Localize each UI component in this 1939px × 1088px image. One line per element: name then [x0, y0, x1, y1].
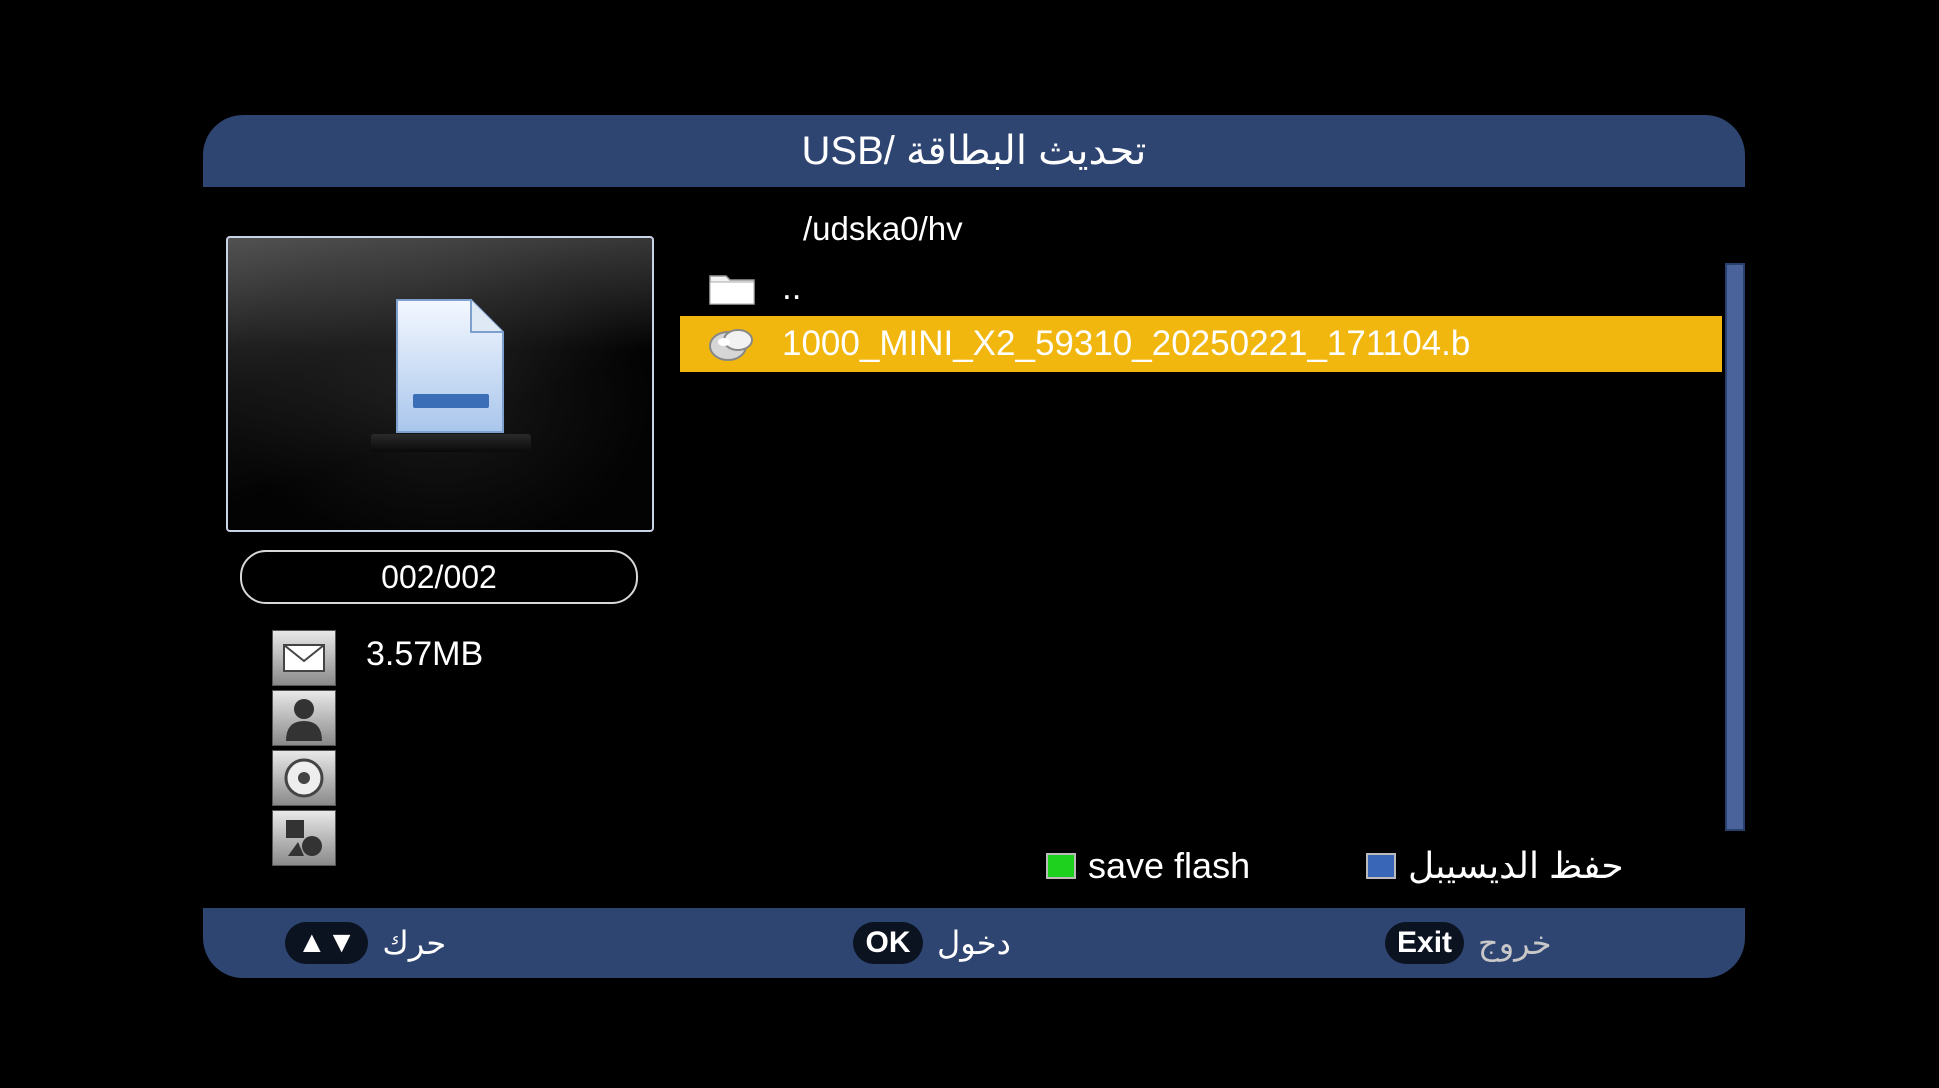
title-bar: تحديث البطاقة /USB	[203, 115, 1745, 187]
move-hint: ▲▼ حرك	[285, 922, 446, 964]
exit-hint: Exit خروج	[1385, 922, 1552, 964]
move-label: حرك	[382, 925, 447, 961]
green-key-label: save flash	[1088, 845, 1251, 886]
file-icon	[704, 322, 760, 366]
disc-icon	[272, 750, 336, 806]
file-counter: 002/002	[240, 550, 638, 604]
file-list: .. 1000_MINI_X2_59310_20250221_171104.b	[680, 260, 1722, 372]
document-icon	[396, 299, 504, 433]
file-preview-panel	[226, 236, 654, 532]
exit-label: خروج	[1478, 925, 1552, 961]
preview-shelf	[371, 434, 531, 452]
footer-bar: ▲▼ حرك OK دخول Exit خروج	[203, 908, 1745, 978]
mail-icon	[272, 630, 336, 686]
ok-hint: OK دخول	[853, 922, 1011, 964]
green-key-swatch	[1046, 853, 1076, 879]
folder-icon	[704, 266, 760, 310]
blue-key-label: حفظ الديسيبل	[1408, 845, 1624, 886]
info-icon-column	[272, 630, 336, 870]
blue-key-hint: حفظ الديسيبل	[1366, 845, 1624, 887]
file-size: 3.57MB	[366, 635, 484, 673]
user-icon	[272, 690, 336, 746]
blue-key-swatch	[1366, 853, 1396, 879]
page-title: تحديث البطاقة /USB	[801, 129, 1147, 173]
list-item-selected-file[interactable]: 1000_MINI_X2_59310_20250221_171104.b	[680, 316, 1722, 372]
current-path: /udska0/hv	[803, 210, 963, 247]
scrollbar[interactable]	[1725, 263, 1745, 831]
list-item-label: ..	[782, 268, 802, 307]
green-key-hint: save flash	[1046, 845, 1250, 887]
enter-label: دخول	[937, 925, 1011, 961]
up-down-key[interactable]: ▲▼	[285, 922, 369, 964]
shapes-icon	[272, 810, 336, 866]
exit-button[interactable]: Exit	[1385, 922, 1465, 964]
list-item-parent-folder[interactable]: ..	[680, 260, 1722, 316]
list-item-label: 1000_MINI_X2_59310_20250221_171104.b	[782, 324, 1471, 363]
ok-button[interactable]: OK	[853, 922, 923, 964]
